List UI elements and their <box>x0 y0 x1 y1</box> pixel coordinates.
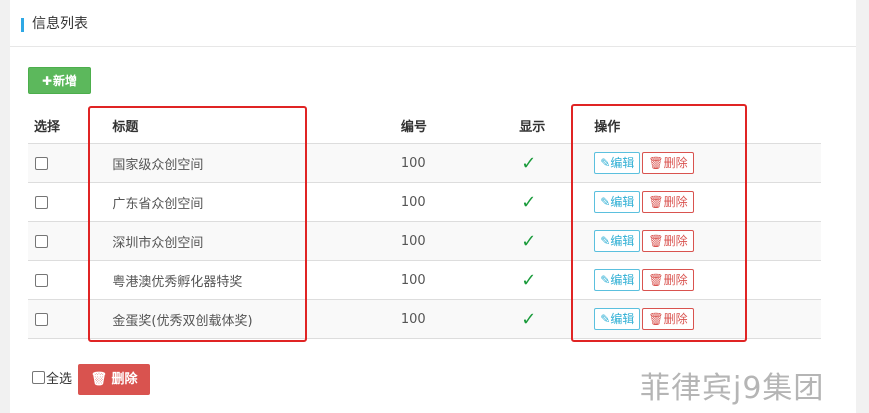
row-checkbox[interactable] <box>35 273 48 287</box>
row-title: 金蛋奖(优秀双创载体奖) <box>83 299 401 339</box>
row-title: 广东省众创空间 <box>83 182 401 222</box>
check-icon: ✓ <box>521 152 537 174</box>
pencil-icon: ✎ <box>600 273 611 287</box>
scrollbar-track[interactable] <box>856 0 869 413</box>
row-title: 深圳市众创空间 <box>83 221 401 261</box>
row-title: 国家级众创空间 <box>83 143 401 183</box>
table-row: 国家级众创空间 100 ✓ ✎编辑 🗑删除 <box>28 143 821 183</box>
trash-icon: 🗑 <box>648 273 664 287</box>
row-checkbox[interactable] <box>35 312 48 326</box>
row-checkbox[interactable] <box>35 156 48 170</box>
delete-button[interactable]: 🗑删除 <box>642 152 694 174</box>
pencil-icon: ✎ <box>600 312 611 326</box>
table-row: 金蛋奖(优秀双创载体奖) 100 ✓ ✎编辑 🗑删除 <box>28 299 821 339</box>
table-row: 广东省众创空间 100 ✓ ✎编辑 🗑删除 <box>28 182 821 222</box>
delete-button[interactable]: 🗑删除 <box>642 230 694 252</box>
edit-button[interactable]: ✎编辑 <box>594 230 641 252</box>
table-row: 深圳市众创空间 100 ✓ ✎编辑 🗑删除 <box>28 221 821 261</box>
delete-button-label: 删除 <box>663 195 688 209</box>
add-button[interactable]: ✚新增 <box>28 67 91 94</box>
header-display: 显示 <box>519 107 593 144</box>
delete-button[interactable]: 🗑删除 <box>642 191 694 213</box>
title-accent-bar <box>21 18 24 32</box>
trash-icon: 🗑 <box>648 195 664 209</box>
row-checkbox[interactable] <box>35 234 48 248</box>
edit-button[interactable]: ✎编辑 <box>594 191 641 213</box>
edit-button-label: 编辑 <box>610 312 635 326</box>
delete-button-label: 删除 <box>663 234 688 248</box>
row-title: 粤港澳优秀孵化器特奖 <box>83 260 401 300</box>
edit-button[interactable]: ✎编辑 <box>594 308 641 330</box>
header-title: 标题 <box>83 107 401 144</box>
row-number: 100 <box>400 182 520 222</box>
add-button-label: 新增 <box>53 74 78 88</box>
pencil-icon: ✎ <box>600 195 611 209</box>
plus-icon: ✚ <box>41 74 53 88</box>
trash-icon: 🗑 <box>648 234 664 248</box>
delete-button-label: 删除 <box>663 273 688 287</box>
check-icon: ✓ <box>521 230 537 252</box>
pencil-icon: ✎ <box>600 234 611 248</box>
select-all-checkbox[interactable] <box>32 371 45 384</box>
watermark: 菲律宾j9集团 <box>640 371 825 406</box>
bulk-delete-button[interactable]: 🗑 删除 <box>78 364 150 395</box>
row-number: 100 <box>400 143 520 183</box>
pencil-icon: ✎ <box>600 156 611 170</box>
delete-button-label: 删除 <box>663 156 688 170</box>
header-select: 选择 <box>28 107 84 144</box>
panel-header: 信息列表 <box>10 0 856 47</box>
row-number: 100 <box>400 221 520 261</box>
bulk-delete-label: 删除 <box>111 372 138 387</box>
row-number: 100 <box>400 299 520 339</box>
check-icon: ✓ <box>521 308 537 330</box>
trash-icon: 🗑 <box>90 372 112 387</box>
delete-button-label: 删除 <box>663 312 688 326</box>
header-actions: 操作 <box>592 107 821 144</box>
edit-button[interactable]: ✎编辑 <box>594 152 641 174</box>
check-icon: ✓ <box>521 191 537 213</box>
select-all[interactable]: 全选 <box>32 371 72 388</box>
trash-icon: 🗑 <box>648 156 664 170</box>
edit-button-label: 编辑 <box>610 234 635 248</box>
edit-button[interactable]: ✎编辑 <box>594 269 641 291</box>
delete-button[interactable]: 🗑删除 <box>642 308 694 330</box>
edit-button-label: 编辑 <box>610 273 635 287</box>
row-checkbox[interactable] <box>35 195 48 209</box>
table-header-row: 选择 标题 编号 显示 操作 <box>28 107 821 144</box>
info-table: 选择 标题 编号 显示 操作 国家级众创空间 100 ✓ ✎编辑 🗑删除 广东省众… <box>28 107 821 339</box>
delete-button[interactable]: 🗑删除 <box>642 269 694 291</box>
header-number: 编号 <box>400 107 520 144</box>
trash-icon: 🗑 <box>648 312 664 326</box>
row-number: 100 <box>400 260 520 300</box>
select-all-label: 全选 <box>46 372 73 387</box>
edit-button-label: 编辑 <box>610 195 635 209</box>
table-row: 粤港澳优秀孵化器特奖 100 ✓ ✎编辑 🗑删除 <box>28 260 821 300</box>
edit-button-label: 编辑 <box>610 156 635 170</box>
check-icon: ✓ <box>521 269 537 291</box>
panel-title: 信息列表 <box>32 16 88 32</box>
